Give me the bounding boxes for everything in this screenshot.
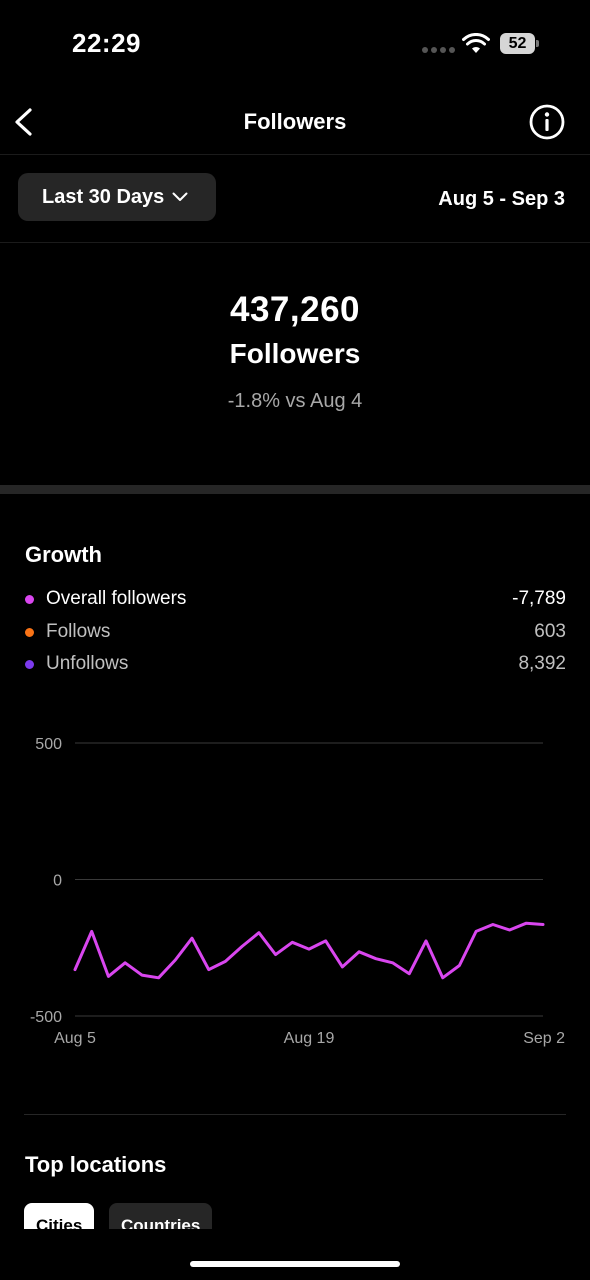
legend-unfollows: Unfollows 8,392 [25,649,566,679]
x-tick-label: Aug 5 [54,1030,96,1047]
legend-dot [25,659,34,669]
tab-cities[interactable]: Cities [24,1203,95,1229]
legend-dot [25,594,34,604]
battery-level: 52 [500,33,535,54]
status-bar: 22:29 52 [0,0,590,90]
top-locations-title: Top locations [25,1152,167,1177]
followers-summary: 437,260 Followers -1.8% vs Aug 4 [0,243,590,485]
legend-value: 603 [534,621,566,642]
legend-overall-followers: Overall followers -7,789 [25,584,566,614]
nav-bar: Followers [0,90,590,155]
legend-value: -7,789 [512,588,566,609]
y-tick-label: 500 [35,736,62,753]
legend-dot [25,627,34,637]
section-divider [0,485,590,494]
location-tabs: Cities Countries [24,1203,584,1229]
info-icon[interactable] [529,104,565,140]
wifi-icon [462,33,490,53]
growth-chart: 500 0 -500 Aug 5 Aug 19 Sep 2 [30,736,565,1047]
x-tick-label: Aug 19 [284,1030,335,1047]
x-tick-label: Sep 2 [523,1030,565,1047]
legend-name: Overall followers [46,588,187,609]
date-range-text: Aug 5 - Sep 3 [438,188,565,210]
cellular-signal-icon [422,47,455,53]
series-line [73,921,545,980]
followers-count: 437,260 [229,290,361,329]
legend-name: Follows [46,621,111,642]
page-title: Followers [243,109,347,134]
followers-label: Followers [229,338,361,369]
y-tick-label: 0 [53,873,62,890]
y-tick-label: -500 [30,1009,62,1026]
legend-follows: Follows 603 [25,617,566,647]
date-range-label: Last 30 Days [42,185,165,208]
followers-change: -1.8% vs Aug 4 [227,390,363,412]
status-time: 22:29 [72,28,141,58]
filter-row: Last 30 Days Aug 5 - Sep 3 [0,156,590,243]
chevron-down-icon [172,192,188,201]
legend-value: 8,392 [518,653,566,674]
growth-title: Growth [25,542,102,567]
section-divider [24,1114,566,1115]
tab-countries[interactable]: Countries [109,1203,213,1229]
battery-icon: 52 [500,33,539,54]
home-indicator [190,1261,400,1267]
date-range-dropdown[interactable]: Last 30 Days [18,173,216,221]
legend-name: Unfollows [46,653,129,674]
